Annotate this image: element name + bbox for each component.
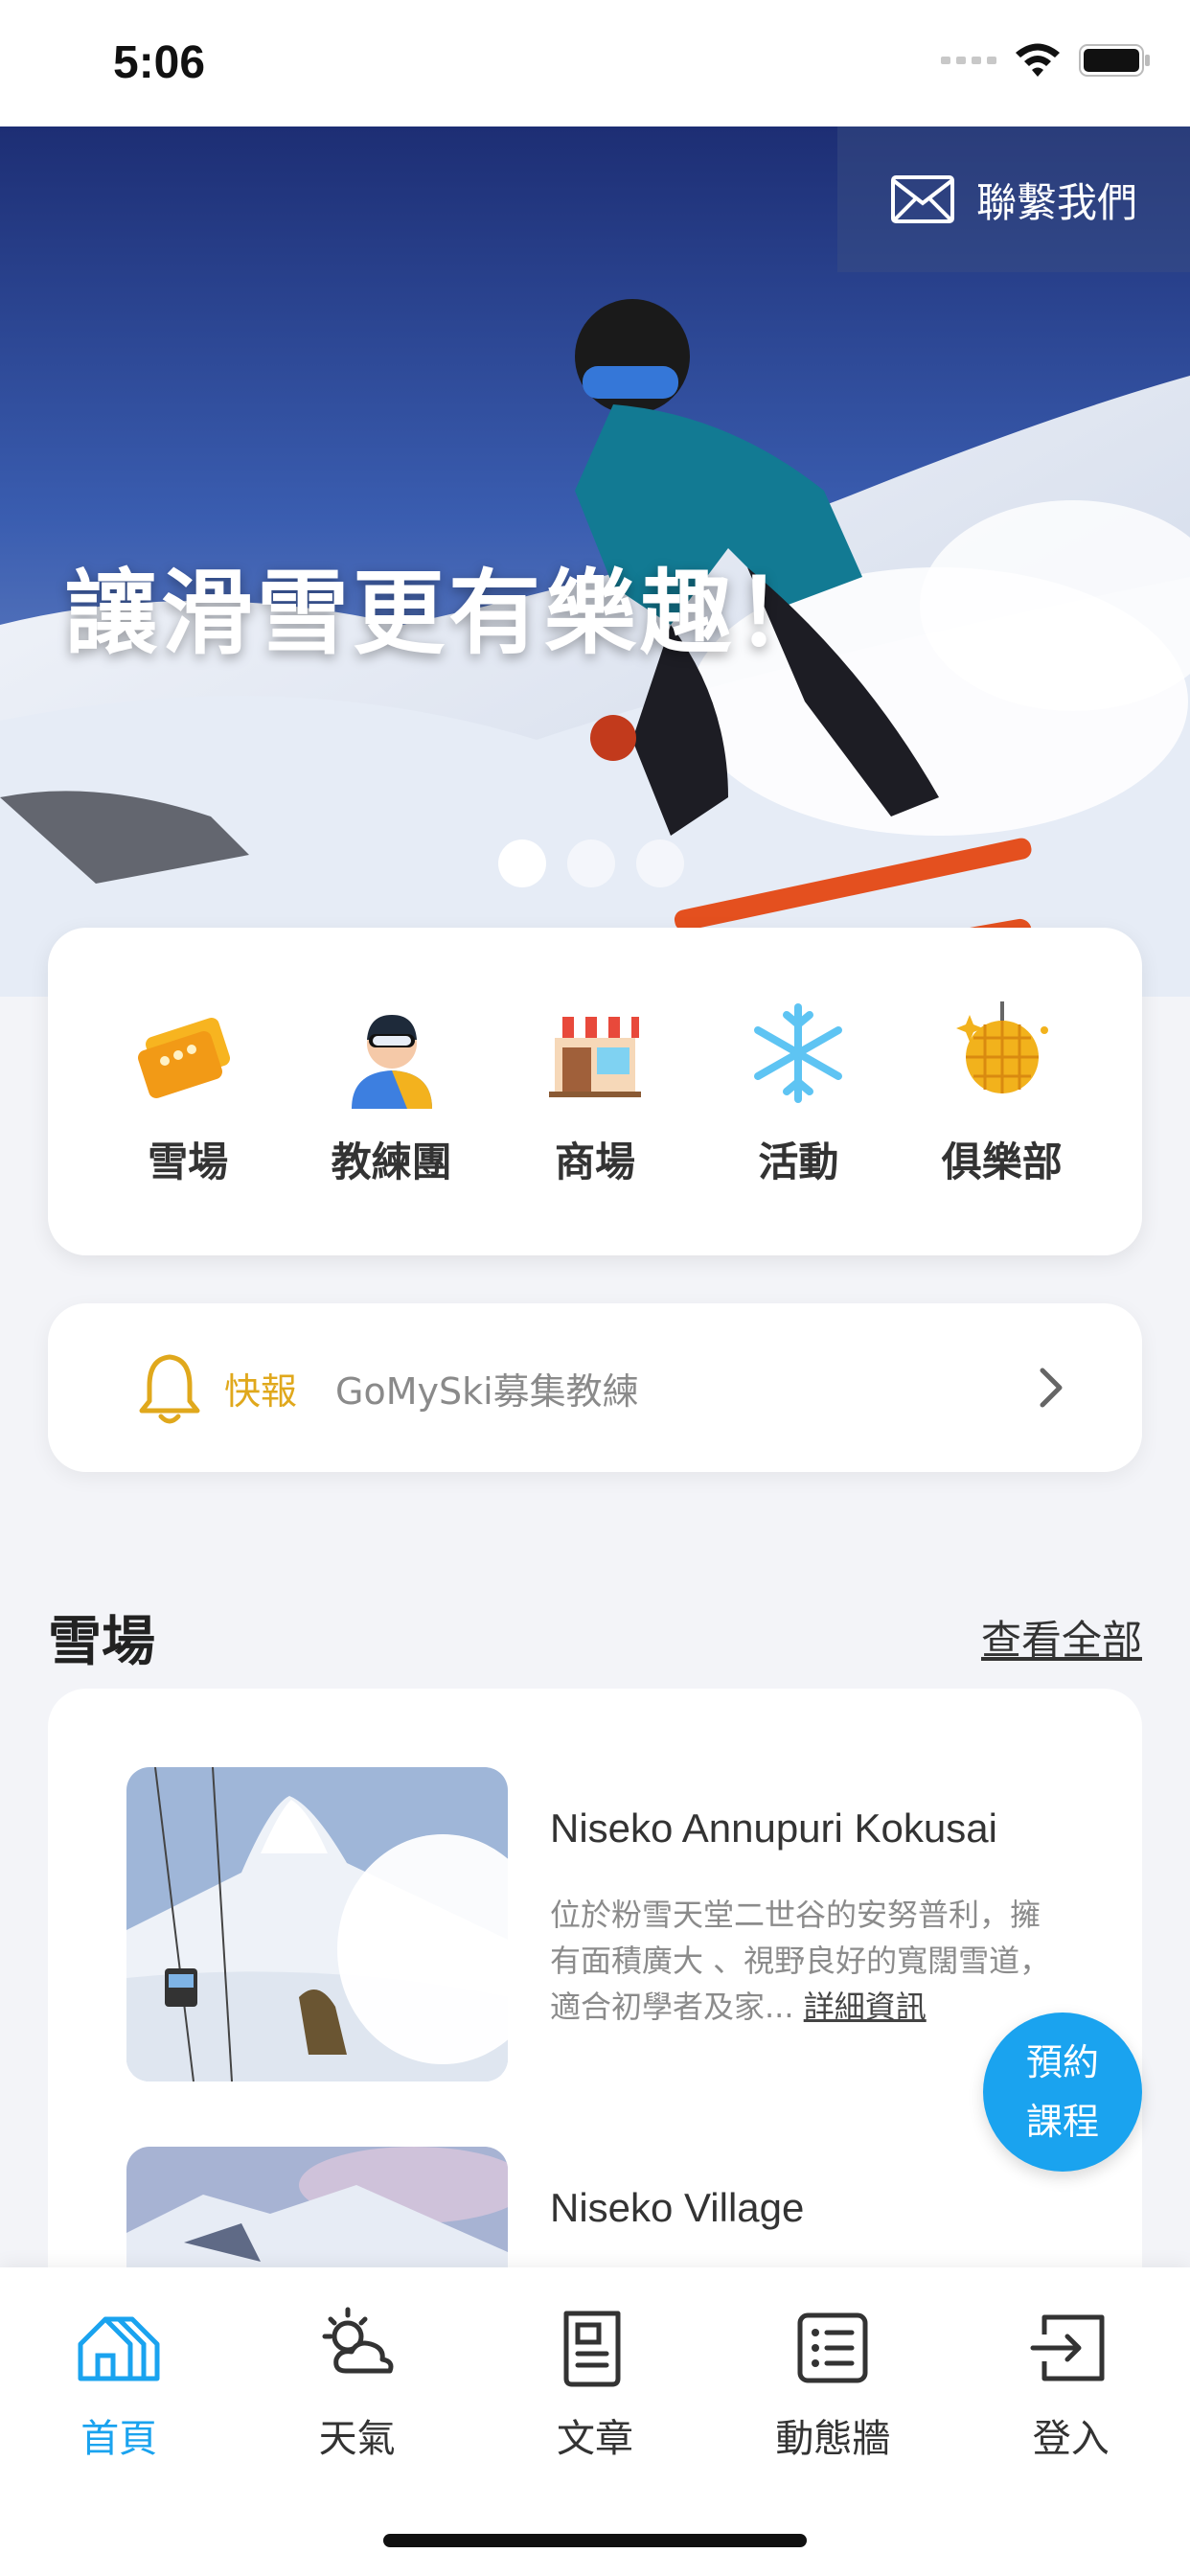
category-activity[interactable]: 活動: [702, 996, 894, 1188]
login-icon: [1030, 2314, 1105, 2381]
status-icons: [941, 42, 1152, 79]
tab-label: 動態牆: [775, 2417, 891, 2461]
category-ski-resort[interactable]: 雪場: [92, 996, 284, 1188]
bell-icon: [139, 1354, 200, 1424]
resort-description: 位於粉雪天堂二世谷的安努普利，擁有面積廣大 、視野良好的寬闊雪道，適合初學者及家…: [550, 1892, 1067, 2030]
snowflake-icon: [754, 1002, 843, 1103]
chevron-right-icon: [1040, 1368, 1063, 1408]
category-store[interactable]: 商場: [499, 996, 691, 1188]
book-lesson-button[interactable]: 預約課程: [983, 2012, 1142, 2172]
carousel-dot[interactable]: [636, 840, 684, 887]
tab-login[interactable]: 登入: [975, 2302, 1167, 2463]
battery-icon: [1079, 44, 1150, 77]
ticket-icon: [138, 1017, 231, 1098]
resort-detail-link[interactable]: 詳細資訊: [804, 1989, 927, 2025]
tab-label: 首頁: [80, 2417, 158, 2461]
category-coach[interactable]: 教練團: [296, 996, 488, 1188]
carousel-dot[interactable]: [498, 840, 546, 887]
weather-icon: [322, 2307, 394, 2374]
section-title: 雪場: [48, 1611, 155, 1673]
hero-title: 讓滑雪更有樂趣！: [65, 560, 832, 667]
carousel-indicator[interactable]: [498, 840, 684, 887]
category-label: 教練團: [331, 1138, 452, 1185]
resort-name: Niseko Annupuri Kokusai: [550, 1806, 997, 1851]
resort-list: Niseko Annupuri Kokusai 位於粉雪天堂二世谷的安努普利，擁…: [48, 1689, 1142, 2359]
signal-icon: [941, 57, 996, 64]
contact-us-label: 聯繫我們: [975, 178, 1137, 226]
carousel-dot[interactable]: [567, 840, 615, 887]
status-time: 5:06: [113, 37, 206, 88]
category-label: 雪場: [148, 1138, 229, 1185]
article-icon: [563, 2311, 621, 2387]
book-lesson-label: 預約課程: [1025, 2041, 1099, 2143]
tab-home[interactable]: 首頁: [23, 2302, 215, 2463]
bottom-tab-bar: 首頁 天氣 文章 動態牆 登入: [0, 2267, 1190, 2576]
coach-icon: [351, 1014, 432, 1109]
news-text: GoMySki募集教練: [335, 1369, 639, 1413]
tab-feed[interactable]: 動態牆: [737, 2302, 928, 2463]
status-bar: 5:06: [0, 0, 1190, 126]
store-icon: [548, 1016, 641, 1097]
news-tag: 快報: [224, 1369, 298, 1413]
feed-icon: [797, 2312, 868, 2383]
home-icon: [78, 2316, 160, 2381]
hero-banner[interactable]: 讓滑雪更有樂趣！ 聯繫我們: [0, 126, 1190, 997]
tab-label: 文章: [556, 2417, 633, 2461]
contact-us-button[interactable]: 聯繫我們: [837, 126, 1190, 272]
tab-label: 登入: [1032, 2417, 1110, 2461]
wifi-icon: [1016, 43, 1060, 77]
category-label: 俱樂部: [941, 1138, 1063, 1185]
tab-weather[interactable]: 天氣: [262, 2302, 453, 2463]
list-item[interactable]: Niseko Annupuri Kokusai 位於粉雪天堂二世谷的安努普利，擁…: [126, 1767, 1085, 2083]
category-label: 商場: [554, 1138, 635, 1185]
tab-label: 天氣: [318, 2417, 396, 2461]
home-indicator: [383, 2534, 807, 2547]
disco-ball-icon: [955, 1000, 1048, 1093]
resort-image: [126, 1767, 508, 2082]
resort-name: Niseko Village: [550, 2185, 805, 2230]
category-club[interactable]: 俱樂部: [906, 996, 1098, 1188]
mail-icon: [890, 175, 954, 223]
news-bar[interactable]: 快報 GoMySki募集教練: [48, 1303, 1142, 1472]
category-menu: 雪場 教練團 商場 活動 俱樂部: [48, 928, 1142, 1255]
tab-articles[interactable]: 文章: [499, 2302, 691, 2463]
category-label: 活動: [758, 1138, 839, 1185]
resort-description-text: 位於粉雪天堂二世谷的安努普利，擁有面積廣大 、視野良好的寬闊雪道，適合初學者及家…: [550, 1897, 1051, 2025]
view-all-link[interactable]: 查看全部: [981, 1608, 1142, 1667]
